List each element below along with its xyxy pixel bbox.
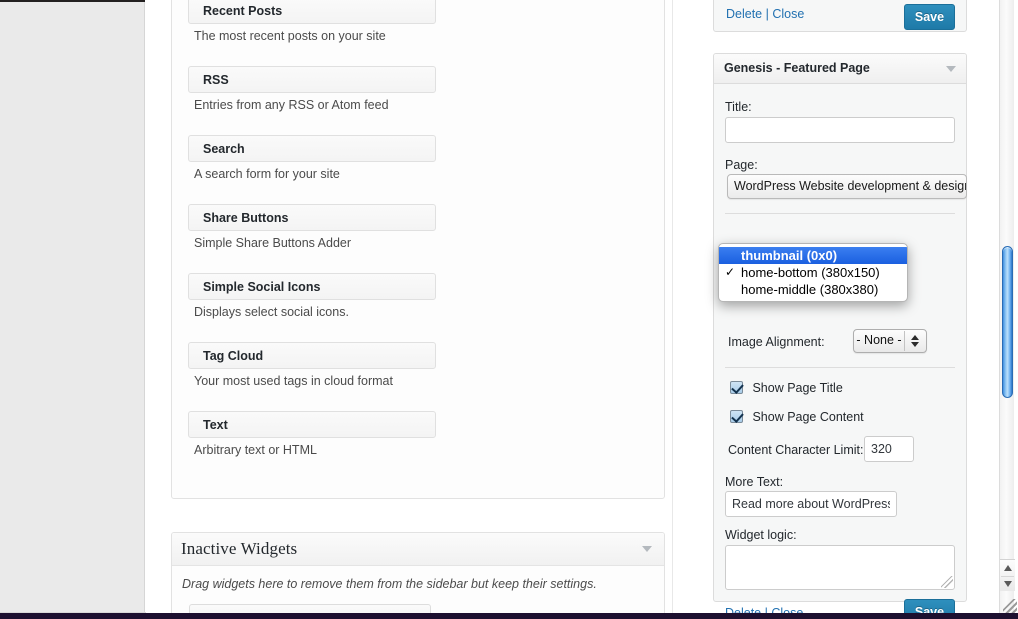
widget-description-tag-cloud: Your most used tags in cloud format (194, 374, 393, 388)
widget-description-text: Arbitrary text or HTML (194, 443, 317, 457)
widget-description-share-buttons: Simple Share Buttons Adder (194, 236, 351, 250)
widget-description-simple-social-icons: Displays select social icons. (194, 305, 349, 319)
widget-chip-label: Tag Cloud (203, 349, 263, 363)
stepper-down-icon[interactable] (911, 342, 919, 347)
widget-chip-label: Simple Social Icons (203, 280, 320, 294)
save-button[interactable]: Save (904, 4, 955, 30)
genesis-featured-page-widget: Genesis - Featured Page Title: Page: Wor… (713, 53, 967, 602)
widget-description-search: A search form for your site (194, 167, 340, 181)
browser-window: Recent Posts The most recent posts on yo… (0, 0, 1018, 619)
more-text-label: More Text: (725, 475, 783, 489)
image-size-dropdown-menu[interactable]: thumbnail (0x0) ✓ home-bottom (380x150) … (718, 243, 908, 302)
genesis-widget-title: Genesis - Featured Page (724, 61, 870, 75)
admin-sidebar (0, 0, 145, 613)
column-divider (672, 0, 673, 613)
widget-chip-label: Text (203, 418, 228, 432)
window-resize-grip-icon[interactable] (1003, 599, 1017, 613)
inactive-widgets-note: Drag widgets here to remove them from th… (182, 577, 597, 591)
dropdown-option-label: home-middle (380x380) (741, 282, 878, 297)
widget-chip-simple-social-icons[interactable]: Simple Social Icons (188, 273, 436, 300)
inactive-widgets-title: Inactive Widgets (181, 539, 297, 559)
genesis-widget-body: Title: Page: WordPress Website developme… (714, 84, 966, 602)
divider (725, 367, 955, 368)
widget-footer: Delete | Close Save (714, 0, 966, 31)
dropdown-option-home-bottom[interactable]: ✓ home-bottom (380x150) (719, 264, 907, 281)
show-page-title-row[interactable]: Show Page Title (730, 379, 843, 397)
dropdown-option-home-middle[interactable]: home-middle (380x380) (719, 281, 907, 298)
scroll-down-icon[interactable] (1004, 581, 1012, 587)
check-icon: ✓ (725, 264, 735, 281)
dropdown-option-label: home-bottom (380x150) (741, 265, 880, 280)
content-gutter (146, 0, 172, 613)
genesis-widget-header[interactable]: Genesis - Featured Page (714, 54, 966, 84)
sidebar-widgets-column: Delete | Close Save Genesis - Featured P… (690, 0, 980, 613)
title-input[interactable] (725, 117, 955, 143)
page-select[interactable]: WordPress Website development & design (727, 174, 967, 199)
chevron-down-icon[interactable] (642, 546, 652, 552)
widget-chip-recent-posts[interactable]: Recent Posts (188, 0, 436, 24)
more-text-input[interactable] (725, 491, 897, 517)
inactive-widgets-panel: Inactive Widgets Drag widgets here to re… (171, 532, 665, 619)
widget-logic-textarea[interactable] (725, 545, 955, 590)
delete-link[interactable]: Delete (726, 7, 762, 21)
image-alignment-select[interactable]: - None - (853, 329, 927, 353)
dropdown-option-label: thumbnail (0x0) (741, 248, 837, 263)
previous-widget-footer-box: Delete | Close Save (713, 0, 967, 32)
scroll-up-icon[interactable] (1004, 565, 1012, 571)
title-field-label: Title: (725, 100, 752, 114)
chevron-down-icon[interactable] (946, 66, 956, 72)
checkbox-checked-icon[interactable] (730, 381, 743, 394)
scrollbar-arrow-divider (1001, 576, 1014, 577)
widget-footer-links: Delete | Close (726, 7, 804, 21)
content-character-limit-label: Content Character Limit: (728, 443, 863, 457)
widget-chip-label: Recent Posts (203, 4, 282, 18)
admin-sidebar-topline (0, 0, 145, 2)
widget-chip-rss[interactable]: RSS (188, 66, 436, 93)
select-divider (904, 331, 905, 351)
resize-grip-icon[interactable] (941, 576, 953, 588)
available-widgets-panel: Recent Posts The most recent posts on yo… (171, 0, 665, 499)
widget-logic-label: Widget logic: (725, 528, 797, 542)
os-bottom-bar (0, 613, 1018, 619)
image-alignment-value: - None - (854, 333, 904, 347)
link-separator: | (766, 7, 769, 21)
show-page-content-label: Show Page Content (752, 410, 863, 424)
widget-chip-tag-cloud[interactable]: Tag Cloud (188, 342, 436, 369)
widget-chip-label: Share Buttons (203, 211, 288, 225)
widget-chip-search[interactable]: Search (188, 135, 436, 162)
show-page-title-label: Show Page Title (752, 381, 842, 395)
close-link[interactable]: Close (772, 7, 804, 21)
image-alignment-label: Image Alignment: (728, 335, 825, 349)
dropdown-option-thumbnail[interactable]: thumbnail (0x0) (719, 247, 907, 264)
widget-description-rss: Entries from any RSS or Atom feed (194, 98, 389, 112)
scrollbar-arrow-buttons[interactable] (1000, 559, 1015, 591)
widget-chip-label: RSS (203, 73, 229, 87)
checkbox-checked-icon[interactable] (730, 410, 743, 423)
vertical-scrollbar[interactable] (999, 0, 1014, 613)
content-character-limit-input[interactable] (864, 436, 914, 462)
divider (725, 213, 955, 214)
page-field-label: Page: (725, 158, 758, 172)
widget-chip-text[interactable]: Text (188, 411, 436, 438)
scrollbar-thumb[interactable] (1002, 246, 1013, 398)
stepper-up-icon[interactable] (911, 335, 919, 340)
inactive-widgets-header[interactable]: Inactive Widgets (172, 533, 664, 566)
widget-chip-label: Search (203, 142, 245, 156)
show-page-content-row[interactable]: Show Page Content (730, 408, 864, 426)
widget-description-recent-posts: The most recent posts on your site (194, 29, 386, 43)
widget-chip-share-buttons[interactable]: Share Buttons (188, 204, 436, 231)
